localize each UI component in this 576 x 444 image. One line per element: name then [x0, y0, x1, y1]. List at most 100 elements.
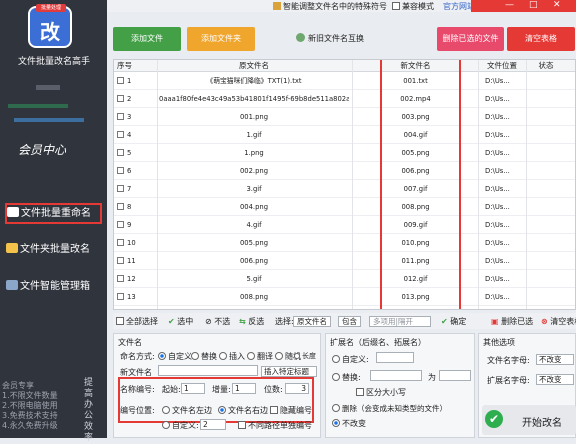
position-radio-left[interactable]: 文件名左边 [162, 405, 212, 416]
row-checkbox[interactable] [117, 185, 124, 192]
row-checkbox[interactable] [117, 293, 124, 300]
confirm-button[interactable]: ✔ 确定 [441, 316, 466, 327]
row-checkbox[interactable] [117, 203, 124, 210]
ext-replace-radio[interactable]: 替换: [332, 372, 361, 383]
row-index[interactable]: 4 [117, 127, 157, 144]
table-row[interactable]: 10 005.png 010.png D:\Us... [114, 235, 575, 252]
ext-delete-radio[interactable]: 删除（会变成未知类型的文件） [332, 403, 447, 414]
table-row[interactable]: 9 4.gif 009.gif D:\Us... [114, 217, 575, 234]
digits-input[interactable]: 3 [285, 382, 309, 394]
row-index[interactable]: 12 [117, 271, 157, 288]
table-row[interactable]: 4 1.gif 004.gif D:\Us... [114, 127, 575, 144]
compat-mode-checkbox[interactable]: 兼容模式 [392, 1, 434, 12]
ext-unchanged-radio[interactable]: 不改变 [332, 418, 366, 429]
custom-radio[interactable]: 自定义: [162, 420, 199, 431]
diff-path-checkbox[interactable]: 不同路径单独编号 [238, 420, 312, 431]
clear-table-button[interactable]: 清空表格 [507, 27, 575, 51]
clear-table-link[interactable]: ⊗ 清空表格 [541, 316, 576, 327]
mode-radio-replace[interactable]: 替换 [191, 351, 217, 362]
delete-selected-button[interactable]: 删除已选的文件 [437, 27, 504, 51]
table-row[interactable]: 5 1.png 005.png D:\Us... [114, 145, 575, 162]
row-index[interactable]: 5 [117, 145, 157, 162]
add-file-button[interactable]: 添加文件 [113, 27, 181, 51]
delete-checked-label: 删除已选 [501, 317, 534, 326]
table-row[interactable]: 8 004.png 008.png D:\Us... [114, 199, 575, 216]
add-folder-button[interactable]: 添加文件夹 [187, 27, 255, 51]
start-rename-button[interactable]: ✔ 开始改名 [482, 405, 576, 435]
mode-radio-translate[interactable]: 翻译 [247, 351, 273, 362]
select-all-checkbox[interactable]: 全部选择 [116, 316, 158, 327]
row-checkbox[interactable] [117, 167, 124, 174]
sidebar-item-folder-rename[interactable]: 文件夹批量改名 [6, 241, 104, 259]
row-index[interactable]: 13 [117, 289, 157, 306]
table-row[interactable]: 7 3.gif 007.gif D:\Us... [114, 181, 575, 198]
row-checkbox[interactable] [117, 149, 124, 156]
case-sensitive-checkbox[interactable]: 区分大小写 [356, 387, 406, 398]
row-checkbox[interactable] [117, 221, 124, 228]
table-row[interactable]: 12 5.gif 012.gif D:\Us... [114, 271, 575, 288]
slogan-vertical: 提高办公效率 [84, 378, 94, 443]
hide-number-checkbox[interactable]: 隐藏编号 [270, 405, 312, 416]
invert-button[interactable]: ⇆ 反选 [239, 316, 264, 327]
unselect-button[interactable]: ⊘ 不选 [205, 316, 230, 327]
start-label: 起始: [162, 385, 181, 394]
name-panel: 文件名 命名方式: 自定义 替换 插入 翻译 随机 长度 新文件名 插入特定标题… [113, 333, 321, 438]
table-row[interactable]: 6 002.png 006.png D:\Us... [114, 163, 575, 180]
ext-replace-to[interactable] [439, 370, 471, 381]
table-row[interactable]: 3 001.png 003.png D:\Us... [114, 109, 575, 126]
row-checkbox[interactable] [117, 95, 124, 102]
row-index[interactable]: 6 [117, 163, 157, 180]
close-button[interactable]: ✕ [553, 0, 561, 11]
numbering-label: 名称编号: [120, 385, 155, 394]
start-input[interactable]: 1 [181, 382, 205, 394]
insert-special-select[interactable]: 插入特定标题 [261, 365, 317, 377]
row-checkbox[interactable] [117, 113, 124, 120]
checkbox[interactable] [392, 2, 400, 10]
table-row[interactable]: 11 006.png 011.png D:\Us... [114, 253, 575, 270]
row-original-name: 3.gif [246, 185, 262, 193]
table-row[interactable]: 13 008.png 013.png D:\Us... [114, 289, 575, 306]
row-index[interactable]: 10 [117, 235, 157, 252]
special-chars-option[interactable]: 智能调整文件名中的特殊符号 [273, 1, 387, 12]
mode-radio-insert[interactable]: 插入 [219, 351, 245, 362]
row-checkbox[interactable] [117, 275, 124, 282]
row-index[interactable]: 2 [117, 91, 157, 108]
table-row[interactable]: 2 0aaa1f80fe4e43c49a53b41801f1495f-69b8de… [114, 91, 575, 108]
name-case-select[interactable]: 不改变 [536, 353, 574, 365]
row-checkbox[interactable] [117, 257, 124, 264]
delete-checked-button[interactable]: ▣ 删除已选 [491, 316, 533, 327]
position-radio-right[interactable]: 文件名右边 [218, 405, 268, 416]
minimize-button[interactable]: — [505, 0, 514, 11]
ext-custom-input[interactable] [376, 352, 414, 363]
step-input[interactable]: 1 [232, 382, 256, 394]
mode-select[interactable]: 包含 [338, 315, 361, 327]
panel-title: 扩展名（后缀名、拓展名） [330, 338, 426, 347]
ext-case-select[interactable]: 不改变 [536, 373, 574, 385]
row-index[interactable]: 9 [117, 217, 157, 234]
row-checkbox[interactable] [117, 239, 124, 246]
row-index[interactable]: 3 [117, 109, 157, 126]
mode-radio-custom[interactable]: 自定义 [158, 351, 192, 362]
member-center-link[interactable]: 会员中心 [18, 141, 66, 158]
row-index[interactable]: 7 [117, 181, 157, 198]
row-checkbox[interactable] [117, 77, 124, 84]
pattern-input[interactable]: 多项用|隔开 [369, 315, 431, 327]
new-name-input[interactable] [158, 365, 258, 376]
sidebar-item-file-manager[interactable]: 文件智能管理箱 [6, 278, 104, 296]
custom-input[interactable]: 2 [200, 418, 226, 430]
sidebar-item-file-rename[interactable]: 文件批量重命名 [5, 203, 102, 224]
confirm-label: 确定 [450, 317, 467, 326]
row-index[interactable]: 11 [117, 253, 157, 270]
table-row[interactable]: 1 《萌宝猫咪们降临》TXT(1).txt 001.txt D:\Us... [114, 73, 575, 90]
select-button[interactable]: ✔ 选中 [168, 316, 193, 327]
mode-radio-length[interactable]: 长度 [294, 351, 316, 361]
swap-names-button[interactable]: 新旧文件名互换 [296, 32, 364, 46]
ext-custom-radio[interactable]: 自定义: [332, 354, 369, 365]
logo-glyph: 改 [40, 20, 60, 44]
row-index[interactable]: 1 [117, 73, 157, 90]
row-index[interactable]: 8 [117, 199, 157, 216]
ext-replace-from[interactable] [370, 370, 422, 381]
field-select[interactable]: 原文件名 [293, 315, 331, 327]
row-checkbox[interactable] [117, 131, 124, 138]
maximize-button[interactable]: □ [529, 0, 538, 11]
